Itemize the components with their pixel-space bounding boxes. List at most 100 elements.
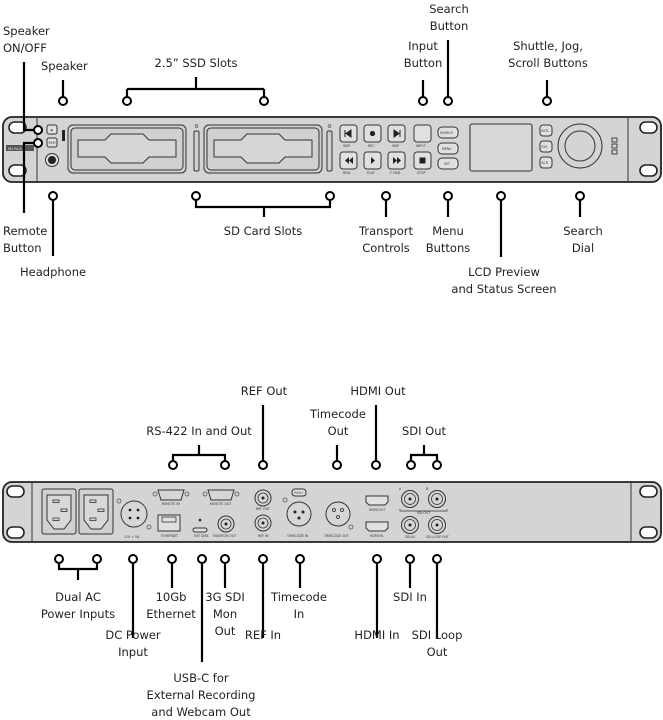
callout-lcd-preview-2: and Status Screen — [451, 282, 556, 296]
sdi-loop-out-label: SDI LOOP OUT — [426, 535, 449, 539]
callout-ref-in: REF In — [245, 628, 281, 642]
sdi-out-a-bnc[interactable] — [401, 490, 419, 508]
callout-dc-power-2: Input — [118, 645, 148, 659]
timecode-in-label: TIMECODE IN — [286, 534, 309, 538]
callout-search-dial: Search — [563, 224, 603, 238]
sdi-out-label: SDI OUT — [417, 511, 430, 515]
record-label: REC — [368, 144, 375, 148]
menu-button-label: MENU — [442, 147, 452, 151]
rack-hole-icon — [6, 526, 25, 539]
ref-out-bnc[interactable] — [254, 489, 272, 507]
callout-sdi-loop-out-2: Out — [427, 645, 448, 659]
callout-remote-button-2: Button — [3, 241, 42, 255]
rear-panel: 12V = 5A REMOTE IN REMOTE OUT ETHERNET E… — [2, 481, 662, 543]
callout-sdi-out: SDI Out — [402, 424, 447, 438]
callout-dual-ac: Dual AC — [55, 590, 101, 604]
callout-remote-button: Remote — [3, 224, 47, 238]
ac-power-input-1[interactable] — [41, 488, 77, 535]
callout-timecode-out-2: Out — [328, 424, 349, 438]
callout-input-button-2: Button — [404, 56, 443, 70]
callout-shuttle-jog-scroll: Shuttle, Jog, — [513, 39, 583, 53]
ethernet-label: ETHERNET — [161, 534, 178, 538]
callout-transport-controls-2: Controls — [362, 241, 410, 255]
ext-disk-label: EXT DISK — [194, 534, 210, 538]
callout-usb-c-3: and Webcam Out — [151, 705, 251, 719]
ethernet-port[interactable] — [157, 514, 181, 532]
callout-search-button-2: Button — [430, 19, 469, 33]
callout-sdi-mon-out: 3G SDI — [205, 590, 244, 604]
set-button-label: SET — [444, 162, 450, 166]
rack-hole-icon — [639, 164, 658, 177]
connection-diagram: HD PLUS ◀ REM SKIP REC SKIP INPUT REW PL… — [2, 2, 662, 719]
model-badge-text: HD PLUS — [8, 147, 22, 151]
callout-sdi-loop-out: SDI Loop — [412, 628, 463, 642]
remote-in-label: REMOTE IN — [162, 502, 180, 506]
callout-lcd-preview: LCD Preview — [468, 265, 540, 279]
push-label: PUSH — [294, 491, 303, 495]
front-panel: HD PLUS ◀ REM SKIP REC SKIP INPUT REW PL… — [2, 116, 662, 183]
callout-hdmi-out: HDMI Out — [350, 384, 406, 398]
sdi-b-label: B — [426, 487, 428, 491]
callout-transport-controls: Transport — [358, 224, 413, 238]
rack-hole-icon — [639, 121, 658, 134]
ref-in-label: REF IN — [258, 534, 269, 538]
callout-sdi-mon-out-2: Mon — [213, 607, 237, 621]
callout-ref-out: REF Out — [241, 384, 288, 398]
callout-dual-ac-2: Power Inputs — [41, 607, 115, 621]
hdmi-in-port[interactable] — [365, 521, 389, 532]
ref-in-bnc[interactable] — [254, 514, 272, 532]
callout-ethernet-2: Ethernet — [146, 607, 196, 621]
callout-dc-power: DC Power — [105, 628, 161, 642]
stop-icon — [419, 157, 426, 164]
callout-speaker-on-off-2: ON/OFF — [3, 41, 47, 55]
rewind-label: REW — [343, 171, 351, 175]
monitor-out-bnc[interactable] — [217, 515, 235, 533]
lcd-screen — [469, 123, 533, 172]
callout-search-button: Search — [429, 2, 469, 16]
stop-label: STOP — [417, 171, 425, 175]
sd-card-slot-1[interactable] — [193, 130, 200, 172]
input-button[interactable] — [413, 124, 432, 143]
callout-sdi-in: SDI In — [393, 590, 427, 604]
callout-speaker-on-off: Speaker — [3, 24, 50, 38]
callout-input-button: Input — [408, 39, 438, 53]
shuttle-label: SHTL — [541, 129, 549, 133]
usb-c-port[interactable] — [192, 527, 208, 533]
ref-out-label: REF OUT — [256, 507, 270, 511]
ssd-slot-2[interactable] — [203, 124, 323, 174]
jog-label: JOG — [541, 145, 548, 149]
callout-menu-buttons: Menu — [432, 224, 464, 238]
skip-back-label: SKIP — [343, 144, 350, 148]
usb-led-icon — [198, 518, 202, 522]
rack-hole-icon — [6, 485, 25, 498]
record-icon — [369, 130, 376, 137]
ac-power-input-2[interactable] — [78, 488, 114, 535]
callout-rs422: RS-422 In and Out — [146, 424, 252, 438]
rack-hole-icon — [639, 485, 658, 498]
ssd-slot-1[interactable] — [67, 124, 187, 174]
sdi-in-bnc[interactable] — [401, 516, 419, 534]
callout-timecode-in: Timecode — [270, 590, 327, 604]
fast-forward-label: F FWD — [390, 171, 401, 175]
headphone-jack-icon — [48, 156, 56, 164]
sd-card-slot-2[interactable] — [326, 130, 333, 172]
sdi-loop-out-bnc[interactable] — [428, 516, 446, 534]
callout-menu-buttons-2: Buttons — [426, 241, 471, 255]
sdi-in-label: SDI IN — [405, 535, 415, 539]
hdmi-out-port[interactable] — [365, 495, 389, 506]
scroll-label: SCR — [542, 161, 549, 165]
callout-shuttle-jog-scroll-2: Scroll Buttons — [508, 56, 588, 70]
remote-button-label: REM — [49, 141, 56, 145]
hdmi-out-label: HDMI OUT — [369, 508, 385, 512]
hdmi-in-label: HDMI IN — [370, 534, 383, 538]
callout-usb-c: USB-C for — [173, 671, 229, 685]
speaker-grille — [62, 130, 65, 141]
timecode-out-label: TIMECODE OUT — [323, 534, 349, 538]
callout-usb-c-2: External Recording — [147, 688, 256, 702]
monitor-out-label: MONITOR OUT — [213, 534, 236, 538]
callout-timecode-out: Timecode — [309, 407, 366, 421]
callout-sdi-mon-out-3: Out — [215, 624, 236, 638]
sdi-out-b-bnc[interactable] — [428, 490, 446, 508]
callout-ethernet: 10Gb — [156, 590, 187, 604]
dc-label: 12V = 5A — [124, 535, 140, 539]
